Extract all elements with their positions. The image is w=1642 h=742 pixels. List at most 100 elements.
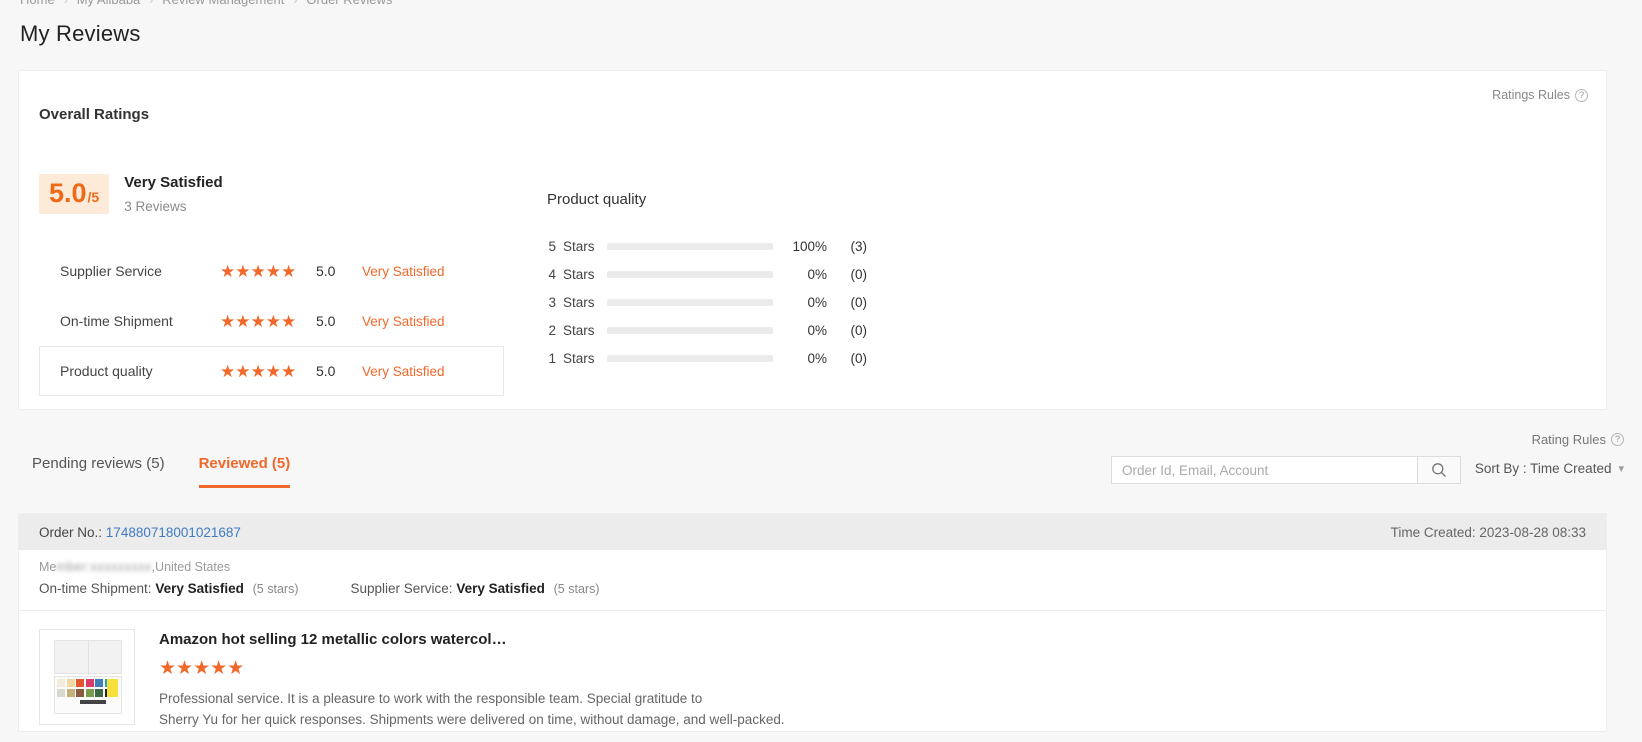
paint-brush-shape [80,700,106,704]
rating-row-score: 5.0 [316,363,336,379]
ratings-rules-link[interactable]: Ratings Rules ? [1492,88,1588,102]
star-rating-icon: ★★★★★ [220,361,297,381]
breadcrumb-separator-icon: › [64,0,68,7]
rating-row-name: Product quality [60,363,153,379]
overall-score-text: Very Satisfied 3 Reviews [124,174,222,214]
bar-row-5-stars: 5 Stars 100% (3) [547,232,877,260]
chevron-down-icon: ▾ [1618,463,1624,475]
overall-score-block: 5.0 /5 Very Satisfied 3 Reviews [39,174,223,214]
product-star-rating-icon: ★★★★★ [159,658,245,679]
overall-score-label: Very Satisfied [124,174,223,191]
supplier-service-stars: (5 stars) [553,582,600,596]
supplier-service-meta: Supplier Service: Very Satisfied (5 star… [350,581,599,596]
sort-by-dropdown[interactable]: Sort By : Time Created ▾ [1475,461,1624,476]
bar-track [607,354,773,362]
review-text: Professional service. It is a pleasure t… [159,689,1586,731]
overall-score-badge: 5.0 /5 [39,174,110,214]
rating-row-name: Supplier Service [60,263,162,279]
breadcrumb-item-review-management[interactable]: Review Management [162,0,284,7]
bar-count-label: (0) [850,322,868,338]
chart-title: Product quality [547,191,647,208]
review-meta-row: On-time Shipment: Very Satisfied (5 star… [19,574,1606,611]
breadcrumb-item-order-reviews: Order Reviews [306,0,392,7]
member-prefix: Me [39,560,57,574]
order-number-link[interactable]: 174880718001021687 [106,525,241,540]
bar-row-3-stars: 3 Stars 0% (0) [547,288,877,316]
bar-row-1-stars: 1 Stars 0% (0) [547,344,877,372]
order-time-created: Time Created: 2023-08-28 08:33 [1390,524,1586,540]
ratings-rules-label: Ratings Rules [1492,88,1570,102]
bar-count-label: (0) [850,266,868,282]
member-name-redacted: mber:xxxxxxxxx [56,560,152,574]
order-header-bar: Order No.: 174880718001021687 Time Creat… [19,514,1606,550]
breadcrumb-separator-icon: › [293,0,297,7]
order-number-group: Order No.: 174880718001021687 [39,525,241,540]
product-title[interactable]: Amazon hot selling 12 metallic colors wa… [159,631,1586,648]
bar-category-label: 3 Stars [548,294,595,310]
breadcrumb-item-home[interactable]: Home [20,0,55,7]
on-time-shipment-stars: (5 stars) [252,582,299,596]
product-thumbnail[interactable] [39,629,135,725]
tab-label: Pending reviews (5) [32,455,165,472]
rating-rules-label: Rating Rules [1531,432,1606,447]
overall-score-value: 5.0 [49,178,87,208]
supplier-service-label: Supplier Service: [350,581,453,596]
bar-track [607,270,773,278]
rating-row-score: 5.0 [316,313,336,329]
overall-score-denominator: /5 [87,189,100,205]
review-text-line-2: Sherry Yu for her quick responses. Shipm… [159,711,785,727]
rating-row-supplier-service[interactable]: Supplier Service ★★★★★ 5.0 Very Satisfie… [39,246,504,296]
bar-count-label: (0) [850,350,868,366]
star-rating-icon: ★★★★★ [220,311,297,331]
rating-breakdown-list: Supplier Service ★★★★★ 5.0 Very Satisfie… [39,246,504,396]
search-icon [1432,463,1446,477]
rating-row-score: 5.0 [316,263,336,279]
overall-ratings-title: Overall Ratings [39,106,150,123]
bar-track [607,326,773,334]
bar-category-label: 4 Stars [548,266,595,282]
review-text-line-1: Professional service. It is a pleasure t… [159,691,703,706]
page-title: My Reviews [20,21,141,46]
member-info-row: Me mber:xxxxxxxxx ,United States [19,550,1606,574]
tab-label: Reviewed (5) [198,455,291,472]
bar-row-2-stars: 2 Stars 0% (0) [547,316,877,344]
rating-row-product-quality[interactable]: Product quality ★★★★★ 5.0 Very Satisfied [39,346,504,396]
rating-rules-link[interactable]: Rating Rules ? [1532,432,1624,447]
bar-percent-label: 0% [807,266,827,282]
help-icon[interactable]: ? [1575,88,1588,102]
product-quality-bar-chart: Product quality 5Stars 100% (3) 4Stars [547,191,877,372]
member-country: ,United States [151,560,231,574]
rating-row-label: Very Satisfied [362,263,445,279]
rating-row-on-time-shipment[interactable]: On-time Shipment ★★★★★ 5.0 Very Satisfie… [39,296,504,346]
palette-yellow-pan-shape [107,679,118,697]
product-review-row: Amazon hot selling 12 metallic colors wa… [19,611,1606,731]
search-bar [1111,456,1461,484]
overall-review-count: 3 Reviews [124,198,187,214]
reviews-tabs: Pending reviews (5) Reviewed (5) [32,455,291,488]
star-rating-icon: ★★★★★ [220,261,297,281]
tab-pending-reviews[interactable]: Pending reviews (5) [32,455,165,488]
bar-track [607,298,773,306]
sort-by-label: Sort By : Time Created [1474,461,1612,476]
on-time-shipment-value: Very Satisfied [155,581,244,596]
review-item-card: Order No.: 174880718001021687 Time Creat… [18,513,1607,732]
rating-row-label: Very Satisfied [362,363,445,379]
bar-category-label: 5 Stars [548,238,595,254]
palette-pans-shape [57,679,113,697]
bar-percent-label: 0% [807,294,827,310]
on-time-shipment-label: On-time Shipment: [39,581,152,596]
breadcrumb-item-my-alibaba[interactable]: My Alibaba [77,0,141,7]
search-button[interactable] [1417,456,1461,484]
search-input[interactable] [1111,456,1417,484]
bar-row-4-stars: 4 Stars 0% (0) [547,260,877,288]
breadcrumb-separator-icon: › [149,0,153,7]
palette-lid-shape [54,640,122,675]
page-root: Home › My Alibaba › Review Management › … [0,0,1642,742]
bar-category-label: 2 Stars [548,322,595,338]
bar-percent-label: 100% [792,238,827,254]
tab-reviewed[interactable]: Reviewed (5) [198,455,291,488]
help-icon[interactable]: ? [1611,433,1624,446]
bar-count-label: (3) [850,238,868,254]
rating-row-name: On-time Shipment [60,313,173,329]
breadcrumb: Home › My Alibaba › Review Management › … [20,0,392,7]
